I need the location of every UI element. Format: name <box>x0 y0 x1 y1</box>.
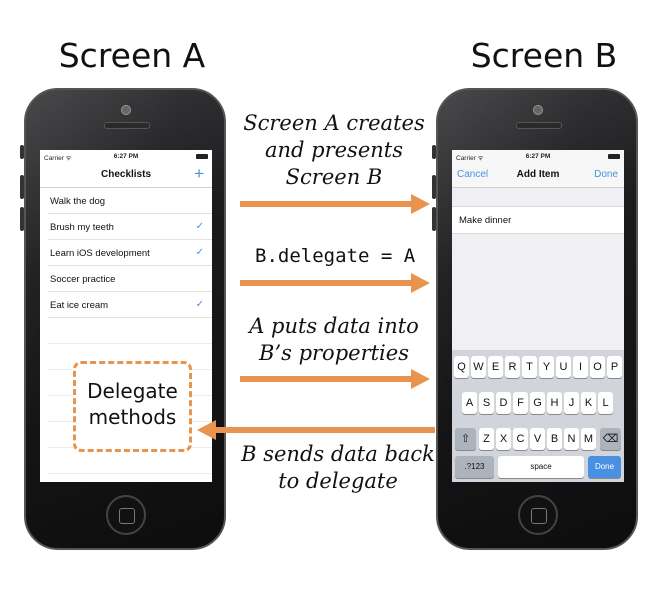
arrow-1-label: Screen A creates and presents Screen B <box>243 111 425 189</box>
arrows-layer <box>197 194 435 440</box>
arrow-3-label: A puts data into B’s properties <box>249 314 419 365</box>
arrow-head <box>197 420 216 440</box>
arrow-head <box>411 194 430 214</box>
delegate-line-2: methods <box>88 405 177 429</box>
arrow-2-label: B.delegate = A <box>255 245 416 267</box>
arrow-head <box>411 273 430 293</box>
arrow-head <box>411 369 430 389</box>
delegate-line-1: Delegate <box>87 379 178 403</box>
delegate-methods-box: Delegate methods <box>73 361 192 452</box>
arrow-4-label: B sends data back to delegate <box>241 442 435 493</box>
